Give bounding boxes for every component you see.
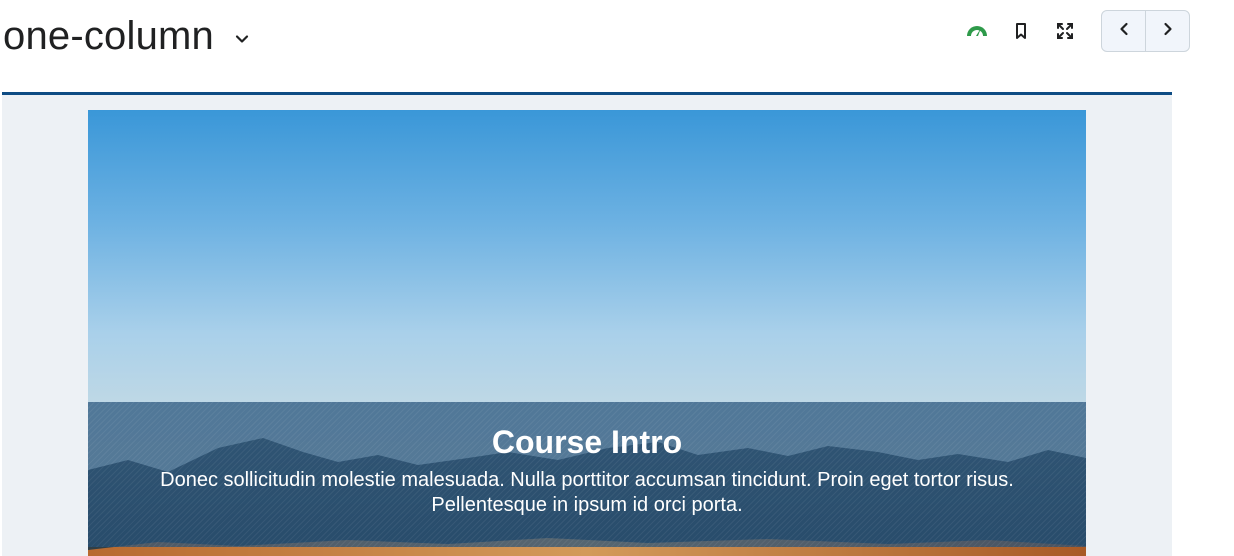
chevron-right-icon [1160, 21, 1176, 42]
topic-navigation [1101, 10, 1190, 52]
previous-topic-button[interactable] [1102, 11, 1145, 51]
banner-title: Course Intro [491, 424, 683, 460]
page-title: one-column [3, 14, 215, 58]
banner-description: Donec sollicitudin molestie malesuada. N… [160, 469, 1014, 516]
bookmark-icon [1011, 21, 1031, 41]
topic-toolbar [955, 10, 1190, 52]
bookmark-button[interactable] [999, 10, 1043, 52]
title-dropdown[interactable]: one-column [3, 10, 250, 62]
fullscreen-icon [1055, 21, 1075, 41]
topic-header: one-column [0, 0, 1234, 92]
chevron-down-icon [234, 31, 250, 47]
fullscreen-button[interactable] [1043, 10, 1087, 52]
speedometer-icon [965, 19, 989, 43]
next-topic-button[interactable] [1145, 11, 1189, 51]
banner-overlay: Course Intro Donec sollicitudin molestie… [88, 402, 1086, 547]
chevron-left-icon [1116, 21, 1132, 42]
topic-content: Course Intro Donec sollicitudin molestie… [2, 95, 1172, 556]
progress-button[interactable] [955, 10, 999, 52]
course-intro-banner: Course Intro Donec sollicitudin molestie… [88, 110, 1086, 556]
